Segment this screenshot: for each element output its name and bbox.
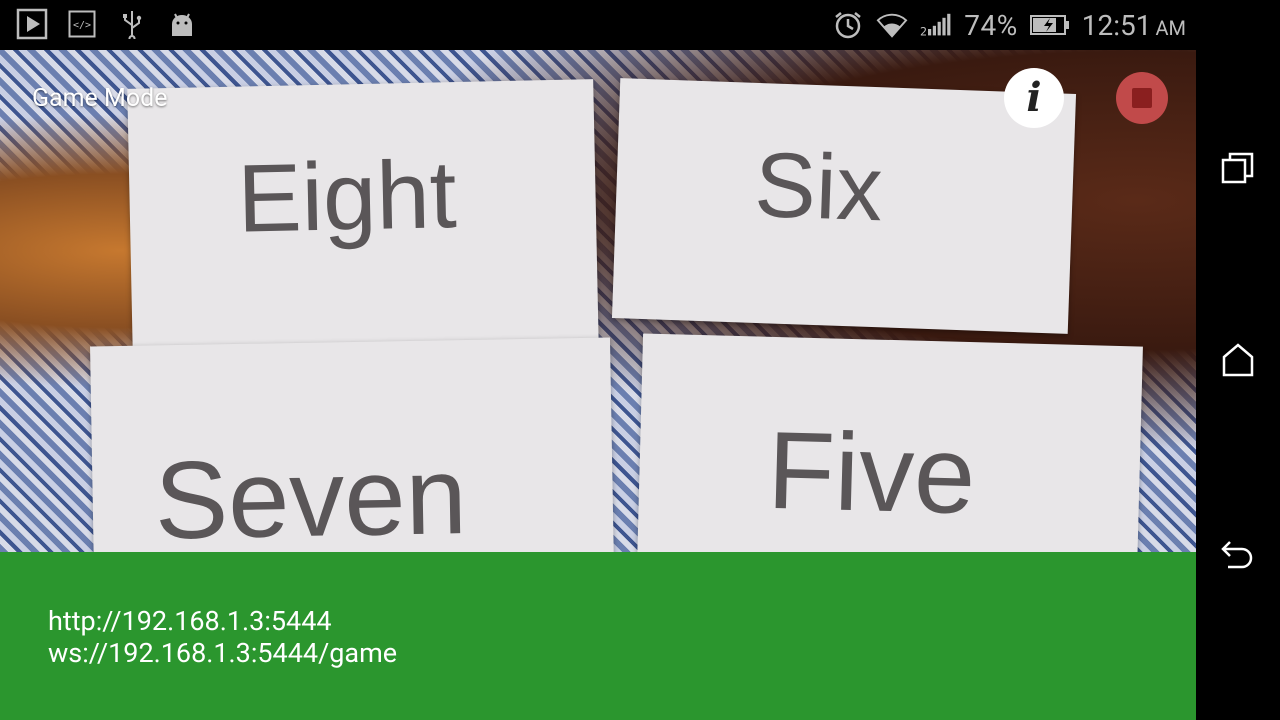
recents-button[interactable] <box>1218 148 1258 188</box>
camera-preview: Eight Six Seven Five Game Mode i <box>0 50 1196 552</box>
home-icon <box>1222 343 1254 377</box>
status-left-icons: </> <box>16 8 198 40</box>
usb-icon <box>116 8 148 40</box>
card-word: Seven <box>153 434 468 552</box>
clock: 12:51 AM <box>1082 9 1186 42</box>
code-icon: </> <box>66 8 98 40</box>
back-button[interactable] <box>1218 532 1258 572</box>
card-seven: Seven <box>90 337 614 552</box>
server-info-panel: http://192.168.1.3:5444 ws://192.168.1.3… <box>0 552 1196 720</box>
stop-icon <box>1132 88 1152 108</box>
back-icon <box>1221 541 1253 569</box>
http-url: http://192.168.1.3:5444 <box>48 605 332 637</box>
home-button[interactable] <box>1218 340 1258 380</box>
clock-time: 12:51 <box>1081 8 1152 42</box>
card-eight: Eight <box>127 79 599 357</box>
stop-button[interactable] <box>1116 72 1168 124</box>
card-six: Six <box>611 78 1077 334</box>
wifi-icon <box>876 9 908 41</box>
clock-ampm: AM <box>1155 15 1186 40</box>
svg-text:</>: </> <box>73 20 91 31</box>
info-button[interactable]: i <box>1004 68 1064 128</box>
alarm-icon <box>832 9 864 41</box>
play-store-icon <box>16 8 48 40</box>
card-word: Five <box>765 408 977 538</box>
signal-icon: 2 <box>920 9 952 41</box>
status-bar: </> 2 74% 12:51 AM <box>0 0 1196 50</box>
info-icon: i <box>1026 74 1042 121</box>
websocket-url: ws://192.168.1.3:5444/game <box>48 637 398 669</box>
card-word: Eight <box>236 141 458 253</box>
recents-icon <box>1221 152 1254 184</box>
battery-charging-icon <box>1029 9 1070 41</box>
mode-label: Game Mode <box>32 84 168 113</box>
battery-percent: 74% <box>964 8 1018 42</box>
card-five: Five <box>637 333 1143 552</box>
card-word: Six <box>752 133 885 241</box>
android-icon <box>166 8 198 40</box>
status-right-icons: 2 74% 12:51 AM <box>832 6 1186 44</box>
navigation-bar <box>1196 0 1280 720</box>
svg-text:2: 2 <box>920 25 927 38</box>
